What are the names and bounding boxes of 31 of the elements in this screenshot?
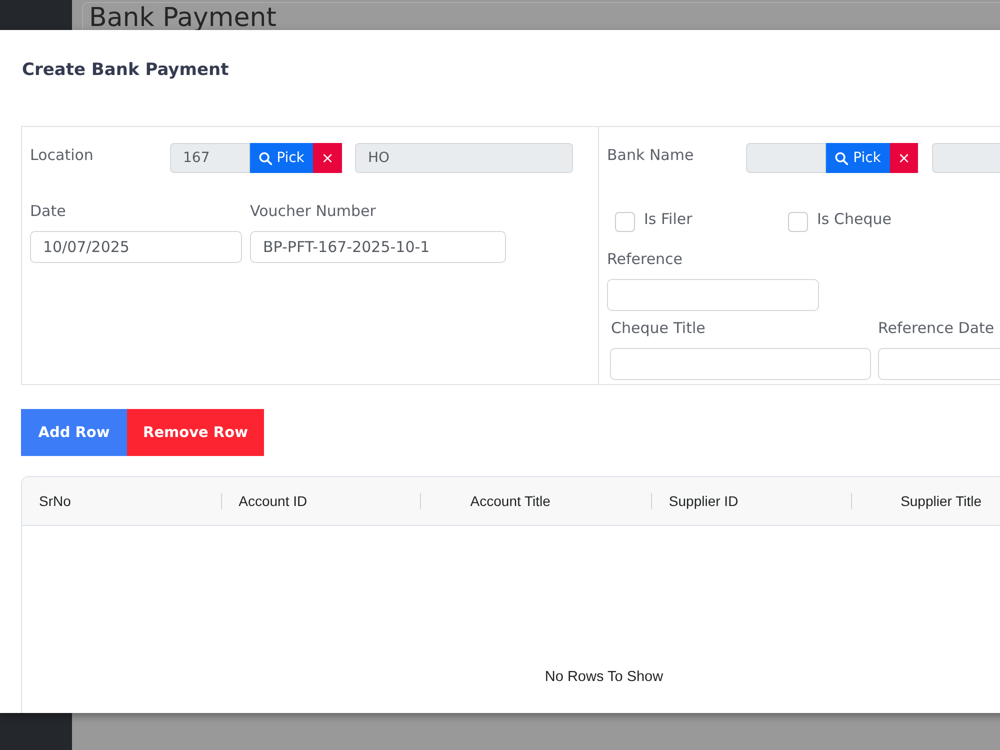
checkbox-label: Is Cheque <box>817 209 892 229</box>
checkbox[interactable] <box>788 212 808 232</box>
empty-message: No Rows To Show <box>544 668 664 684</box>
clear-button[interactable]: × <box>313 143 342 173</box>
clear-button[interactable]: × <box>890 143 918 173</box>
pick-button[interactable]: Pick <box>826 143 890 173</box>
field-label: Location <box>30 146 94 164</box>
column-header[interactable]: Account Title <box>470 492 550 508</box>
search-icon <box>258 152 272 164</box>
input-field[interactable] <box>607 279 819 311</box>
add-row-button[interactable]: Add Row <box>21 409 127 456</box>
field-label: Reference <box>607 249 683 269</box>
remove-row-button[interactable]: Remove Row <box>127 409 264 456</box>
date-field[interactable]: 10/07/2025 <box>30 231 242 263</box>
page-title: Bank Payment <box>89 3 276 33</box>
field-label: Voucher Number <box>250 201 376 221</box>
field-label: Bank Name <box>607 146 694 164</box>
column-header[interactable]: SrNo <box>39 492 71 508</box>
field-label: Cheque Title <box>611 318 706 338</box>
field-label: Reference Date <box>878 318 994 338</box>
input-field[interactable]: BP-PFT-167-2025-10-1 <box>250 231 506 263</box>
checkbox-label: Is Filer <box>644 209 692 229</box>
column-header[interactable]: Supplier ID <box>668 492 738 508</box>
input-field[interactable] <box>610 348 871 380</box>
checkbox[interactable] <box>615 212 635 232</box>
column-header[interactable]: Account ID <box>238 492 308 508</box>
pick-button[interactable]: Pick <box>250 143 313 173</box>
search-icon <box>835 152 848 164</box>
field-label: Date <box>30 201 66 221</box>
modal-title: Create Bank Payment <box>21 59 229 82</box>
column-header[interactable]: Supplier Title <box>900 492 982 508</box>
